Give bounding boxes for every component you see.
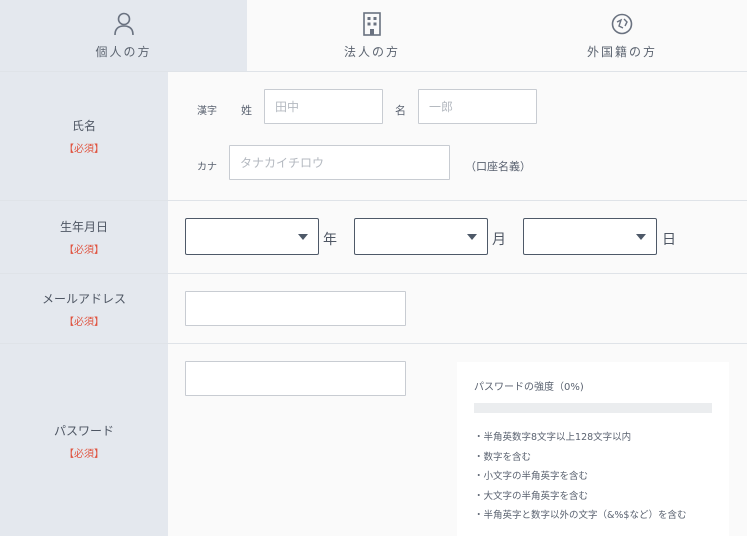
- birthdate-label: 生年月日: [59, 220, 108, 234]
- required-badge: 【必須】: [64, 316, 104, 328]
- sei-input[interactable]: 田中: [264, 89, 383, 124]
- chevron-down-icon: [636, 234, 646, 240]
- tab-corporate-label: 法人の方: [343, 45, 400, 59]
- foreign-icon: [609, 11, 635, 37]
- list-item: ・半角英字と数字以外の文字（&%$など）を含む: [474, 510, 687, 521]
- name-label-cell: 氏名 【必須】: [0, 72, 168, 200]
- chevron-down-icon: [298, 234, 308, 240]
- month-select[interactable]: [354, 218, 488, 255]
- tab-corporate[interactable]: 法人の方: [247, 0, 497, 71]
- birthdate-label-cell: 生年月日 【必須】: [0, 201, 168, 273]
- person-icon: [111, 11, 137, 37]
- month-unit: 月: [492, 232, 506, 248]
- tab-individual-label: 個人の方: [95, 45, 152, 59]
- year-unit: 年: [323, 232, 337, 248]
- building-icon: [359, 11, 385, 37]
- account-type-tabs: 個人の方 法人の方 外国籍の方: [0, 0, 747, 72]
- email-row: メールアドレス 【必須】: [0, 274, 747, 344]
- birthdate-row: 生年月日 【必須】 年 月 日: [0, 201, 747, 274]
- list-item: ・大文字の半角英字を含む: [474, 490, 589, 502]
- day-unit: 日: [662, 232, 676, 248]
- kanji-label: 漢字: [197, 106, 217, 117]
- mei-input[interactable]: 一郎: [418, 89, 537, 124]
- kana-note: （口座名義）: [465, 160, 531, 173]
- email-fields: [168, 274, 747, 343]
- birthdate-fields: 年 月 日: [168, 201, 747, 273]
- list-item: ・半角英数字8文字以上128文字以内: [474, 432, 632, 443]
- password-strength-bar: [474, 403, 712, 413]
- sei-label: 姓: [241, 104, 252, 117]
- day-select[interactable]: [523, 218, 657, 255]
- email-label-cell: メールアドレス 【必須】: [0, 274, 168, 343]
- required-badge: 【必須】: [64, 245, 104, 256]
- password-strength-panel: パスワードの強度（0%) ・半角英数字8文字以上128文字以内 ・数字を含む ・…: [457, 362, 729, 536]
- list-item: ・小文字の半角英字を含む: [474, 471, 589, 482]
- password-label: パスワード: [53, 423, 114, 438]
- password-input[interactable]: [185, 361, 406, 396]
- email-input[interactable]: [185, 291, 406, 326]
- password-rules-list: ・半角英数字8文字以上128文字以内 ・数字を含む ・小文字の半角英字を含む ・…: [474, 428, 686, 526]
- password-label-cell: パスワード 【必須】: [0, 344, 168, 536]
- mei-label: 名: [395, 104, 406, 117]
- password-fields: パスワードの強度（0%) ・半角英数字8文字以上128文字以内 ・数字を含む ・…: [168, 344, 747, 536]
- chevron-down-icon: [467, 234, 477, 240]
- tab-foreign[interactable]: 外国籍の方: [497, 0, 747, 71]
- kana-label: カナ: [197, 162, 217, 173]
- required-badge: 【必須】: [64, 448, 104, 460]
- year-select[interactable]: [185, 218, 319, 255]
- name-row: 氏名 【必須】 漢字 姓 田中 名 一郎 カナ タナカイチロウ （口座名義）: [0, 72, 747, 201]
- kana-input[interactable]: タナカイチロウ: [229, 145, 450, 180]
- password-strength-title: パスワードの強度（0%): [474, 382, 584, 393]
- tab-individual[interactable]: 個人の方: [0, 0, 247, 71]
- password-row: パスワード 【必須】 パスワードの強度（0%) ・半角英数字8文字以上128文字…: [0, 344, 747, 536]
- tab-foreign-label: 外国籍の方: [586, 45, 657, 59]
- name-fields: 漢字 姓 田中 名 一郎 カナ タナカイチロウ （口座名義）: [168, 72, 747, 200]
- email-label: メールアドレス: [41, 291, 126, 306]
- required-badge: 【必須】: [64, 144, 104, 155]
- list-item: ・数字を含む: [474, 451, 532, 463]
- name-label: 氏名: [71, 119, 96, 133]
